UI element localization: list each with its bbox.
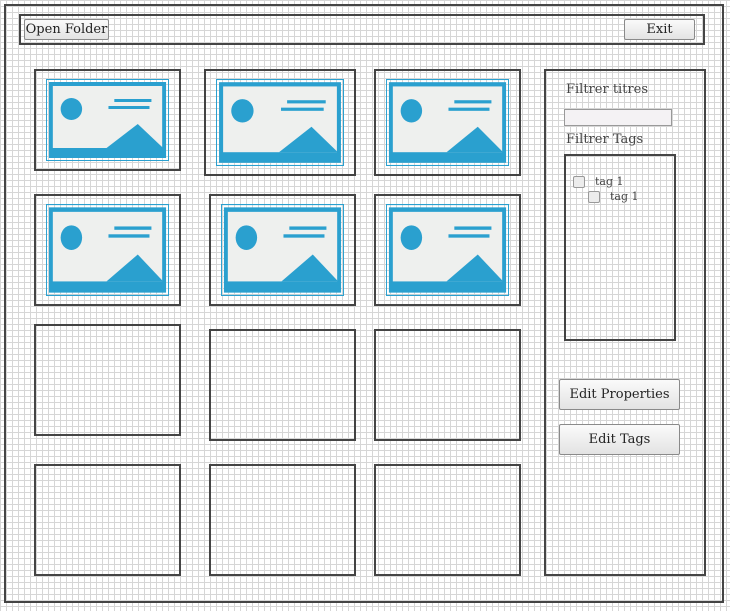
top-toolbar [19, 14, 705, 45]
gallery-tile[interactable] [34, 324, 181, 436]
edit-tags-button[interactable]: Edit Tags [559, 424, 680, 455]
gallery-tile[interactable] [374, 464, 521, 576]
gallery-tile[interactable] [34, 464, 181, 576]
image-placeholder-icon [221, 204, 344, 296]
filter-titles-input[interactable] [564, 109, 672, 126]
tag-item[interactable]: tag 1 [588, 190, 639, 203]
gallery-tile[interactable] [209, 194, 356, 306]
edit-properties-button[interactable]: Edit Properties [559, 379, 680, 410]
image-placeholder-icon [216, 79, 344, 166]
tag-checkbox[interactable] [573, 175, 585, 188]
image-placeholder-icon [386, 79, 509, 166]
gallery-tile[interactable] [209, 329, 356, 441]
tag-label: tag 1 [595, 175, 624, 188]
gallery-tile[interactable] [374, 69, 521, 176]
tag-checkbox[interactable] [588, 190, 600, 203]
open-folder-button[interactable]: Open Folder [24, 19, 109, 40]
tag-item[interactable]: tag 1 [573, 175, 624, 188]
image-placeholder-icon [386, 204, 509, 296]
image-placeholder-icon [46, 204, 169, 296]
gallery-tile[interactable] [34, 194, 181, 306]
filter-titles-label: Filtrer titres [566, 82, 648, 97]
gallery-tile[interactable] [374, 194, 521, 306]
filter-tags-label: Filtrer Tags [566, 132, 644, 147]
gallery-tile[interactable] [34, 69, 181, 171]
gallery-tile[interactable] [209, 464, 356, 576]
gallery-tile[interactable] [204, 69, 356, 176]
tag-label: tag 1 [610, 190, 639, 203]
image-placeholder-icon [46, 79, 169, 161]
exit-button[interactable]: Exit [624, 19, 695, 40]
gallery-tile[interactable] [374, 329, 521, 441]
